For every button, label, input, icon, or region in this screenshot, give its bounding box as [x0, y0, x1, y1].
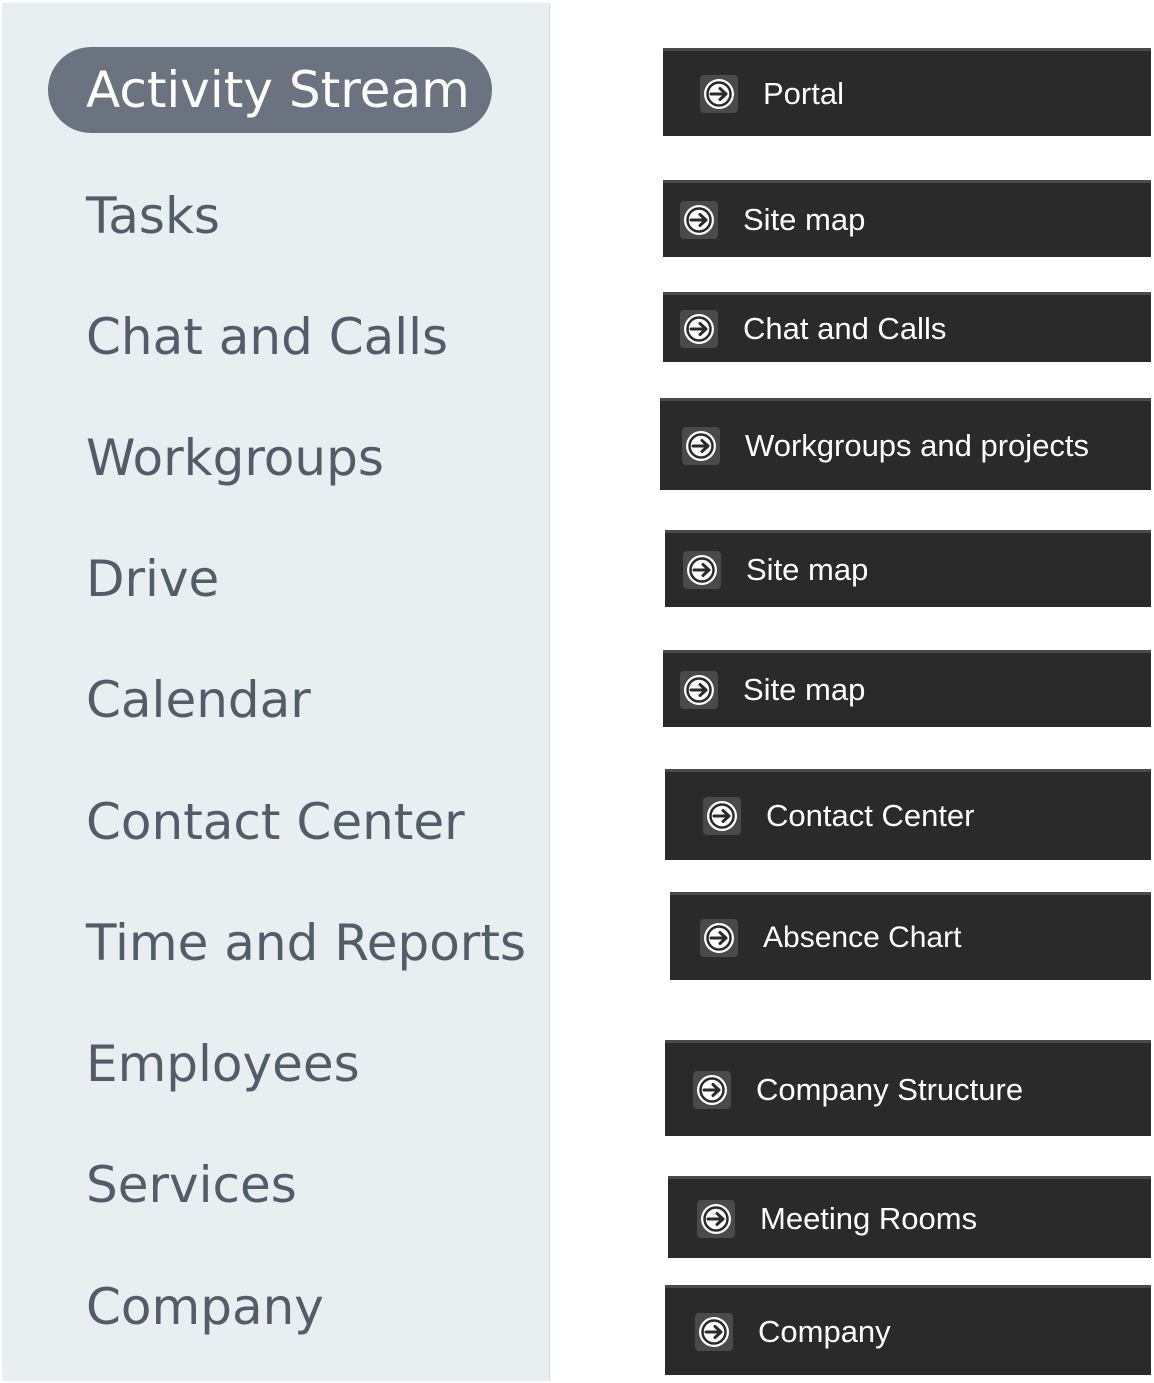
arrow-circle-icon — [681, 426, 721, 466]
arrow-circle-icon — [679, 309, 719, 349]
link-label: Company Structure — [756, 1071, 1024, 1107]
sidebar-menu: Activity Stream Tasks Chat and Calls Wor… — [2, 3, 550, 1381]
arrow-circle-icon — [702, 796, 742, 836]
link-label: Site map — [743, 202, 866, 237]
arrow-circle-icon — [699, 918, 739, 958]
arrow-circle-icon — [694, 1312, 734, 1352]
link-label: Absence Chart — [763, 920, 962, 954]
arrow-circle-icon — [696, 1199, 736, 1239]
link-site-map-2[interactable]: Site map — [665, 530, 1151, 607]
link-meeting-rooms[interactable]: Meeting Rooms — [668, 1176, 1151, 1258]
link-label: Company — [758, 1313, 891, 1349]
sidebar-item-employees[interactable]: Employees — [86, 1034, 360, 1094]
sidebar-item-company[interactable]: Company — [86, 1277, 324, 1337]
link-label: Workgroups and projects — [745, 427, 1090, 463]
arrow-circle-icon — [679, 670, 719, 710]
sidebar-item-chat-and-calls[interactable]: Chat and Calls — [86, 307, 448, 367]
sidebar-item-contact-center[interactable]: Contact Center — [86, 792, 465, 852]
sidebar-item-calendar[interactable]: Calendar — [86, 670, 311, 730]
sidebar-item-time-and-reports[interactable]: Time and Reports — [86, 913, 526, 973]
link-workgroups-and-projects[interactable]: Workgroups and projects — [660, 398, 1151, 490]
link-label: Portal — [763, 75, 844, 111]
arrow-circle-icon — [679, 200, 719, 240]
link-portal[interactable]: Portal — [663, 48, 1151, 136]
sidebar-item-workgroups[interactable]: Workgroups — [86, 428, 384, 488]
link-label: Contact Center — [766, 798, 975, 833]
link-label: Site map — [746, 552, 869, 587]
link-chat-and-calls[interactable]: Chat and Calls — [663, 292, 1151, 362]
link-site-map[interactable]: Site map — [663, 180, 1151, 257]
arrow-circle-icon — [682, 550, 722, 590]
sidebar-item-tasks[interactable]: Tasks — [86, 186, 220, 246]
arrow-circle-icon — [692, 1070, 732, 1110]
arrow-circle-icon — [699, 74, 739, 114]
sidebar-item-activity-stream[interactable]: Activity Stream — [48, 47, 492, 133]
link-label: Meeting Rooms — [760, 1200, 978, 1236]
link-company-structure[interactable]: Company Structure — [665, 1040, 1151, 1136]
link-contact-center[interactable]: Contact Center — [665, 769, 1151, 860]
link-absence-chart[interactable]: Absence Chart — [670, 892, 1151, 980]
link-site-map-3[interactable]: Site map — [663, 650, 1151, 727]
sidebar-item-drive[interactable]: Drive — [86, 549, 219, 609]
link-label: Site map — [743, 672, 866, 707]
link-company[interactable]: Company — [665, 1285, 1151, 1375]
link-label: Chat and Calls — [743, 310, 947, 346]
sidebar-item-services[interactable]: Services — [86, 1155, 297, 1215]
